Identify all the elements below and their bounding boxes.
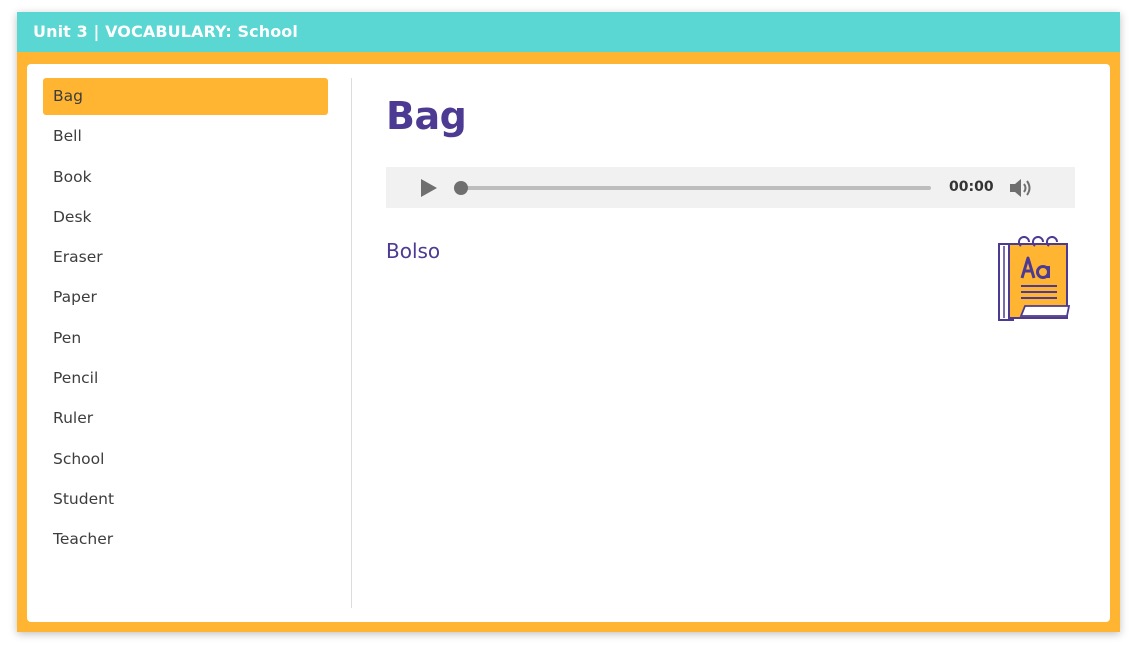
window-title: Unit 3 | VOCABULARY: School <box>33 22 298 41</box>
sidebar-item-ruler[interactable]: Ruler <box>43 400 328 437</box>
sidebar-item-label: Eraser <box>53 248 103 267</box>
sidebar-item-teacher[interactable]: Teacher <box>43 521 328 558</box>
volume-icon[interactable] <box>1008 176 1036 200</box>
sidebar-item-label: School <box>53 449 105 468</box>
vocabulary-list: Bag Bell Book Desk Eraser Paper Pen Penc… <box>43 78 328 562</box>
sidebar-item-label: Teacher <box>53 530 114 549</box>
sidebar-divider <box>351 78 352 608</box>
sidebar-item-label: Pencil <box>53 369 99 388</box>
sidebar-item-eraser[interactable]: Eraser <box>43 239 328 276</box>
sidebar-item-desk[interactable]: Desk <box>43 199 328 236</box>
sidebar-item-label: Paper <box>53 288 97 307</box>
sidebar-item-bell[interactable]: Bell <box>43 118 328 155</box>
sidebar-item-paper[interactable]: Paper <box>43 279 328 316</box>
content-panel: Bag Bell Book Desk Eraser Paper Pen Penc… <box>27 64 1110 622</box>
sidebar-item-school[interactable]: School <box>43 441 328 478</box>
sidebar-item-label: Desk <box>53 207 92 226</box>
word-translation: Bolso <box>386 239 441 263</box>
dictionary-book-icon <box>997 236 1073 324</box>
sidebar-item-label: Student <box>53 489 115 508</box>
audio-progress-track[interactable] <box>461 186 931 190</box>
sidebar-item-pen[interactable]: Pen <box>43 320 328 357</box>
sidebar-item-label: Bag <box>53 87 83 105</box>
sidebar-item-student[interactable]: Student <box>43 481 328 518</box>
audio-time: 00:00 <box>949 179 994 195</box>
audio-progress-thumb[interactable] <box>454 181 468 195</box>
audio-player: 00:00 <box>386 167 1075 208</box>
play-icon[interactable] <box>420 178 438 198</box>
vocabulary-window: Unit 3 | VOCABULARY: School Bag Bell Boo… <box>17 12 1120 632</box>
title-bar: Unit 3 | VOCABULARY: School <box>17 12 1120 52</box>
sidebar-item-label: Bell <box>53 127 82 146</box>
sidebar-item-book[interactable]: Book <box>43 159 328 196</box>
sidebar-item-pencil[interactable]: Pencil <box>43 360 328 397</box>
word-title: Bag <box>386 94 467 138</box>
sidebar-item-label: Ruler <box>53 409 94 428</box>
sidebar-item-label: Book <box>53 167 92 186</box>
sidebar-item-bag[interactable]: Bag <box>43 78 328 115</box>
sidebar-item-label: Pen <box>53 328 82 347</box>
